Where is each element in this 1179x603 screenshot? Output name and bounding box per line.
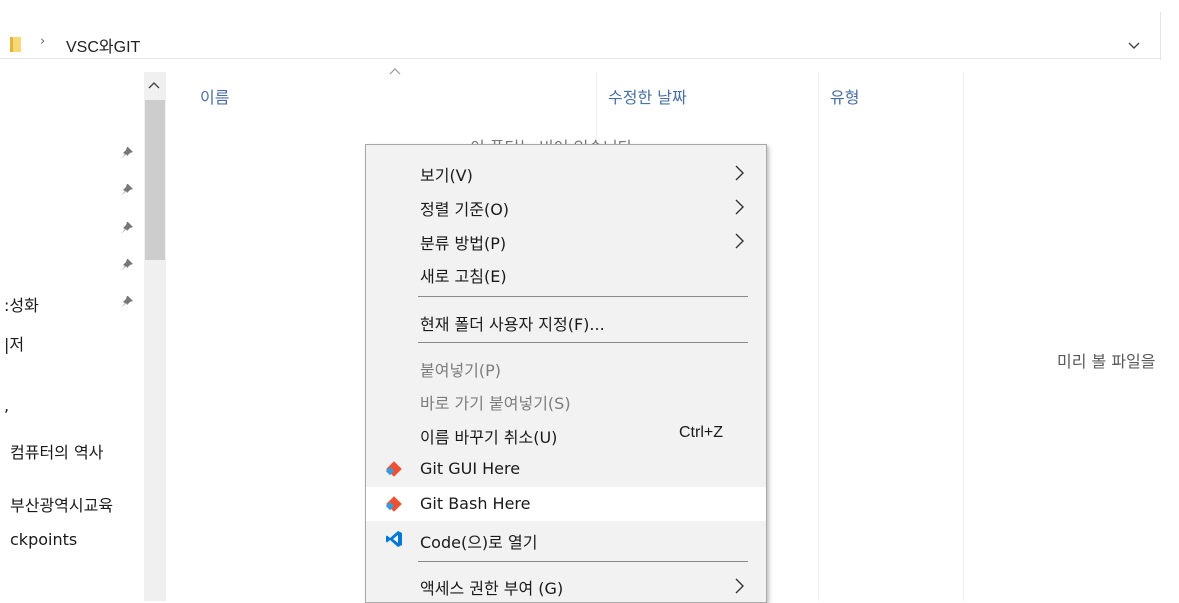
preview-pane-message: 미리 볼 파일을	[1057, 352, 1156, 371]
menu-item-sort-by[interactable]: 정렬 기준(O)	[366, 189, 766, 223]
nav-item[interactable]: 컴퓨터의 역사	[10, 439, 103, 463]
chevron-right-icon	[735, 233, 744, 249]
column-header-type[interactable]: 유형	[830, 84, 859, 108]
shortcut-label: Ctrl+Z	[679, 424, 723, 441]
menu-item-paste-shortcut: 바로 가기 붙여넣기(S)	[420, 394, 571, 413]
menu-item-paste: 붙여넣기(P)	[420, 361, 502, 380]
pin-icon	[121, 184, 133, 196]
chevron-right-icon	[735, 578, 744, 594]
breadcrumb-folder[interactable]: VSC와GIT	[66, 33, 140, 57]
address-bar-divider	[1160, 12, 1161, 60]
breadcrumb-separator: ›	[40, 34, 46, 49]
nav-item[interactable]: :성화	[4, 292, 39, 316]
nav-item[interactable]: ckpoints	[10, 530, 77, 549]
folder-icon	[10, 37, 21, 52]
chevron-down-icon[interactable]	[1124, 38, 1144, 54]
menu-item-git-gui[interactable]: Git GUI Here	[366, 452, 766, 486]
git-icon	[385, 496, 402, 512]
column-divider[interactable]	[818, 72, 819, 601]
menu-item-open-with-code[interactable]: Code(으)로 열기	[366, 522, 766, 556]
menu-separator	[418, 296, 748, 297]
pin-icon	[121, 147, 133, 159]
menu-item-git-bash[interactable]: Git Bash Here	[366, 487, 766, 521]
menu-item-refresh[interactable]: 새로 고침(E)	[366, 256, 766, 290]
nav-scrollbar-thumb[interactable]	[145, 100, 165, 260]
git-icon	[385, 461, 402, 477]
menu-separator	[418, 342, 748, 343]
address-bar[interactable]: › VSC와GIT	[0, 12, 1160, 59]
chevron-right-icon	[735, 199, 744, 215]
column-header-name[interactable]: 이름	[200, 84, 229, 108]
menu-separator	[418, 561, 748, 562]
sort-indicator-icon	[389, 68, 401, 75]
column-divider	[963, 72, 964, 601]
pin-icon	[121, 259, 133, 271]
menu-item-give-access[interactable]: 액세스 권한 부여 (G)	[366, 568, 766, 602]
nav-item[interactable]: 부산광역시교육	[10, 492, 113, 516]
context-menu: 보기(V) 정렬 기준(O) 분류 방법(P) 새로 고침(E) 현재 폴더 사…	[365, 144, 767, 603]
nav-item[interactable]: |저	[4, 331, 24, 355]
pin-icon	[121, 296, 133, 308]
column-header-modified[interactable]: 수정한 날짜	[608, 84, 687, 108]
menu-item-customize-folder[interactable]: 현재 폴더 사용자 지정(F)...	[366, 304, 766, 338]
menu-item-view[interactable]: 보기(V)	[366, 155, 766, 189]
menu-item-undo-rename[interactable]: 이름 바꾸기 취소(U) Ctrl+Z	[366, 417, 766, 451]
scroll-up-icon[interactable]	[147, 80, 161, 90]
chevron-right-icon	[735, 165, 744, 181]
menu-item-group-by[interactable]: 분류 방법(P)	[366, 223, 766, 257]
nav-item[interactable]: ,	[4, 396, 9, 415]
pin-icon	[121, 222, 133, 234]
vscode-icon	[386, 531, 402, 547]
